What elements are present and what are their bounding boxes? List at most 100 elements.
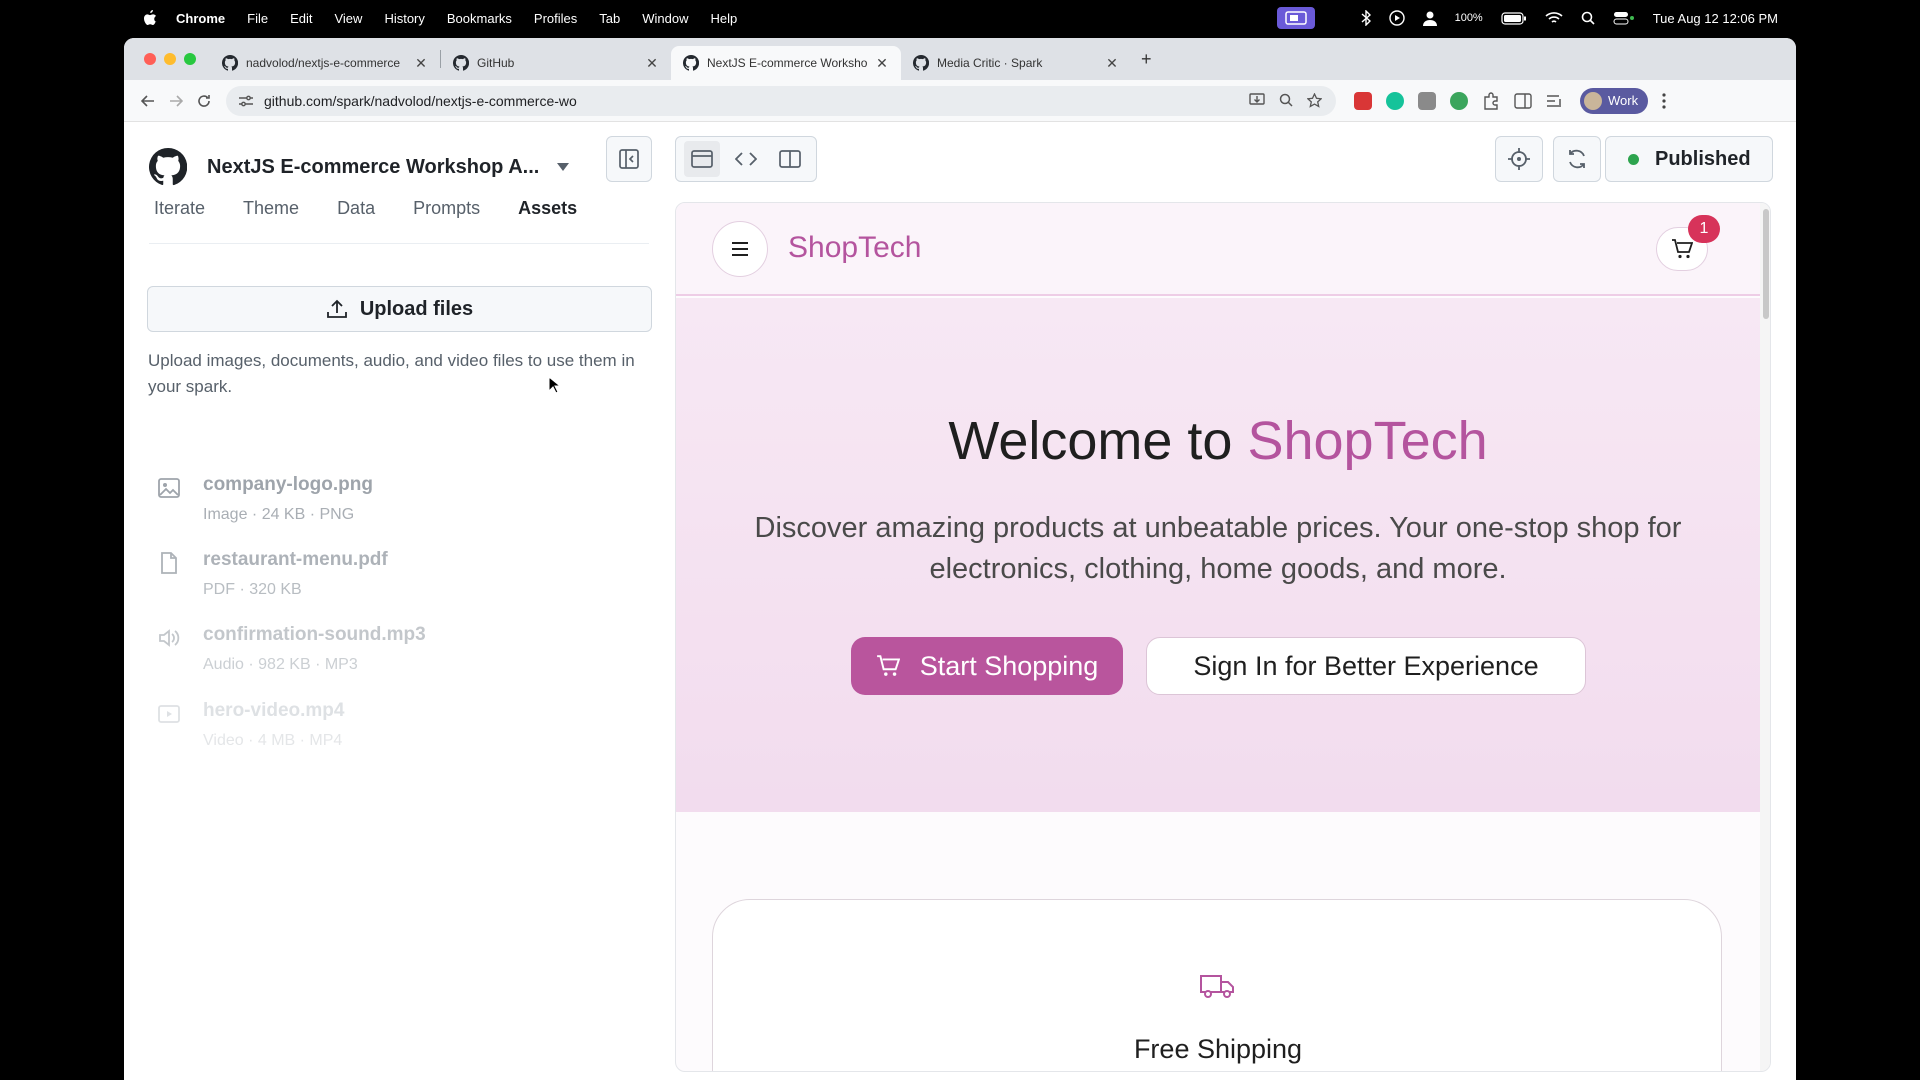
tab-title: nadvolod/nextjs-e-commerce bbox=[246, 56, 401, 70]
bookmark-star-icon[interactable] bbox=[1307, 93, 1322, 108]
upload-files-button[interactable]: Upload files bbox=[147, 286, 652, 332]
control-center-icon[interactable] bbox=[1613, 11, 1635, 25]
tabs-divider bbox=[149, 243, 649, 244]
tab-iterate[interactable]: Iterate bbox=[154, 198, 205, 219]
user-icon[interactable] bbox=[1422, 10, 1437, 26]
browser-tab-repo[interactable]: nadvolod/nextjs-e-commerce ✕ bbox=[210, 46, 440, 80]
site-info-icon[interactable] bbox=[238, 94, 254, 108]
github-logo-icon[interactable] bbox=[149, 148, 187, 186]
apple-icon[interactable] bbox=[142, 9, 158, 27]
asset-item[interactable]: restaurant-menu.pdf PDF · 320 KB bbox=[157, 549, 388, 599]
asset-item[interactable]: company-logo.png Image · 24 KB · PNG bbox=[157, 474, 373, 524]
grammarly-icon[interactable] bbox=[1386, 91, 1404, 110]
menu-help[interactable]: Help bbox=[711, 11, 738, 26]
tab-data[interactable]: Data bbox=[337, 198, 375, 219]
close-tab-icon[interactable]: ✕ bbox=[1105, 55, 1119, 72]
play-circle-icon[interactable] bbox=[1388, 10, 1405, 26]
menu-profiles[interactable]: Profiles bbox=[534, 11, 577, 26]
code-mode-icon[interactable] bbox=[728, 141, 764, 177]
extension-red-icon[interactable] bbox=[1354, 91, 1372, 110]
avatar bbox=[1584, 91, 1602, 110]
screen-share-icon[interactable] bbox=[1276, 7, 1315, 29]
hamburger-menu-button[interactable] bbox=[712, 221, 768, 277]
published-label: Published bbox=[1655, 147, 1751, 170]
close-tab-icon[interactable]: ✕ bbox=[645, 55, 659, 72]
menu-window[interactable]: Window bbox=[642, 11, 688, 26]
camera-extension-icon[interactable] bbox=[1418, 91, 1436, 110]
panel-tabs: Iterate Theme Data Prompts Assets bbox=[154, 198, 615, 219]
shop-header: ShopTech 1 bbox=[676, 203, 1760, 296]
github-icon bbox=[222, 55, 238, 71]
side-panel-icon[interactable] bbox=[1514, 92, 1532, 109]
hero-title-accent: ShopTech bbox=[1247, 411, 1488, 471]
browser-tab-spark-active[interactable]: NextJS E-commerce Worksho ✕ bbox=[671, 46, 901, 80]
cart-icon bbox=[876, 655, 900, 676]
inspect-button[interactable] bbox=[1495, 136, 1543, 182]
sign-in-button[interactable]: Sign In for Better Experience bbox=[1146, 637, 1586, 695]
chevron-down-icon[interactable] bbox=[557, 163, 570, 171]
battery-percent: 100% bbox=[1454, 12, 1483, 24]
wifi-icon[interactable] bbox=[1545, 11, 1563, 25]
asset-item[interactable]: hero-video.mp4 Video · 4 MB · MP4 bbox=[157, 700, 344, 750]
status-dot bbox=[1628, 153, 1639, 165]
menu-app-name[interactable]: Chrome bbox=[176, 11, 225, 26]
toggle-sidebar-button[interactable] bbox=[606, 136, 652, 182]
forward-icon[interactable] bbox=[162, 87, 190, 115]
video-icon bbox=[158, 705, 180, 723]
split-mode-icon[interactable] bbox=[772, 141, 808, 177]
tab-title: Media Critic · Spark bbox=[937, 56, 1043, 70]
menu-view[interactable]: View bbox=[334, 11, 362, 26]
preview-scrollbar[interactable] bbox=[1760, 203, 1770, 1071]
minimize-window-button[interactable] bbox=[164, 53, 176, 65]
menu-tab[interactable]: Tab bbox=[599, 11, 620, 26]
zoom-icon[interactable] bbox=[1279, 93, 1293, 107]
app-preview: ShopTech 1 Welcome to ShopTech Discover … bbox=[675, 202, 1771, 1072]
new-tab-icon[interactable]: + bbox=[1141, 49, 1152, 70]
browser-tab-github[interactable]: GitHub ✕ bbox=[441, 46, 671, 80]
extensions-puzzle-icon[interactable] bbox=[1482, 91, 1500, 110]
reading-list-icon[interactable] bbox=[1546, 94, 1564, 108]
shop-brand[interactable]: ShopTech bbox=[788, 231, 921, 265]
menu-file[interactable]: File bbox=[247, 11, 268, 26]
assets-panel: NextJS E-commerce Workshop A... Iterate … bbox=[124, 122, 674, 1080]
github-icon bbox=[683, 55, 699, 71]
reload-icon[interactable] bbox=[190, 87, 218, 115]
zoom-window-button[interactable] bbox=[184, 53, 196, 65]
menu-bookmarks[interactable]: Bookmarks bbox=[447, 11, 512, 26]
refresh-preview-button[interactable] bbox=[1553, 136, 1601, 182]
scrollbar-thumb[interactable] bbox=[1763, 209, 1769, 319]
hero-section: Welcome to ShopTech Discover amazing pro… bbox=[676, 298, 1760, 812]
profile-chip[interactable]: Work bbox=[1580, 87, 1649, 114]
tab-title: GitHub bbox=[477, 56, 515, 70]
project-title[interactable]: NextJS E-commerce Workshop A... bbox=[207, 156, 539, 179]
upload-icon bbox=[326, 299, 347, 318]
browser-menu-icon[interactable] bbox=[1662, 92, 1666, 109]
github-icon bbox=[913, 55, 929, 71]
close-window-button[interactable] bbox=[144, 53, 156, 65]
cart-icon bbox=[1672, 239, 1693, 259]
menu-edit[interactable]: Edit bbox=[290, 11, 312, 26]
back-icon[interactable] bbox=[134, 87, 162, 115]
truck-icon bbox=[1200, 975, 1234, 998]
preview-mode-icon[interactable] bbox=[684, 141, 720, 177]
browser-tab-media-critic[interactable]: Media Critic · Spark ✕ bbox=[901, 46, 1131, 80]
spotlight-search-icon[interactable] bbox=[1581, 11, 1595, 25]
bluetooth-icon[interactable] bbox=[1361, 10, 1371, 26]
upload-help-text: Upload images, documents, audio, and vid… bbox=[148, 351, 635, 396]
address-bar[interactable]: github.com/spark/nadvolod/nextjs-e-comme… bbox=[226, 85, 1336, 116]
close-tab-icon[interactable]: ✕ bbox=[414, 55, 428, 72]
asset-item[interactable]: confirmation-sound.mp3 Audio · 982 KB · … bbox=[157, 624, 426, 674]
battery-icon[interactable] bbox=[1501, 11, 1527, 25]
tab-assets[interactable]: Assets bbox=[518, 198, 577, 219]
extension-green-icon[interactable] bbox=[1450, 91, 1468, 110]
cart-count-badge: 1 bbox=[1688, 215, 1720, 243]
menu-history[interactable]: History bbox=[384, 11, 424, 26]
sidebar-collapse-icon bbox=[619, 149, 639, 169]
close-tab-icon[interactable]: ✕ bbox=[875, 55, 889, 72]
tab-theme[interactable]: Theme bbox=[243, 198, 299, 219]
start-shopping-button[interactable]: Start Shopping bbox=[851, 637, 1123, 695]
tab-prompts[interactable]: Prompts bbox=[413, 198, 480, 219]
published-button[interactable]: Published bbox=[1605, 136, 1773, 182]
asset-name: restaurant-menu.pdf bbox=[203, 549, 388, 570]
install-app-icon[interactable] bbox=[1249, 93, 1265, 107]
